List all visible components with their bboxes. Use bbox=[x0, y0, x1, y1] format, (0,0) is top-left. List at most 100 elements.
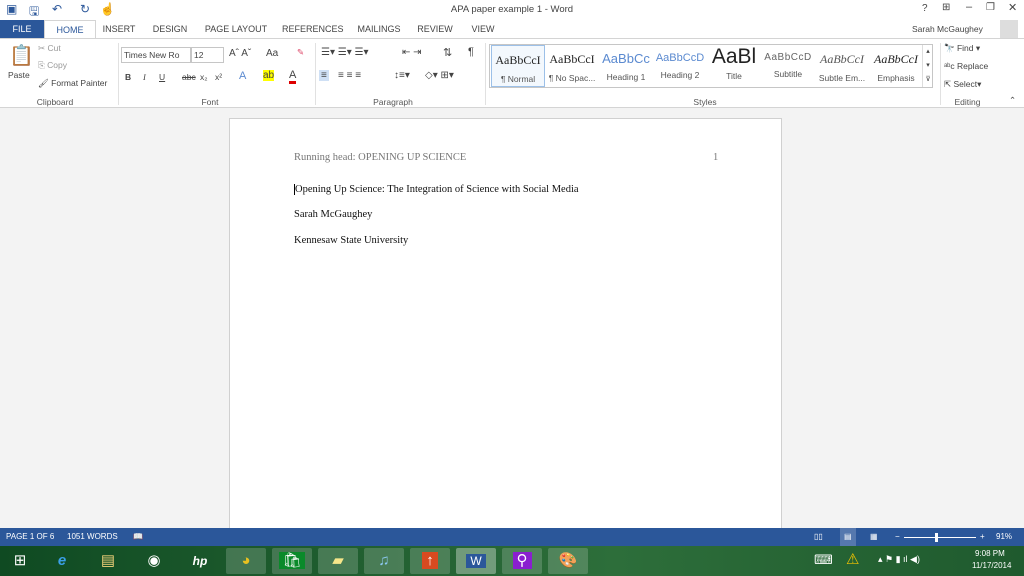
copy-button[interactable]: ⎘ Copy bbox=[38, 60, 67, 71]
style-label: Heading 2 bbox=[660, 70, 700, 80]
institution[interactable]: Kennesaw State University bbox=[294, 235, 408, 246]
highlight-icon[interactable]: ab bbox=[263, 70, 275, 81]
internet-explorer-icon[interactable]: e bbox=[42, 548, 82, 574]
grow-font-button[interactable]: Aˆ Aˇ bbox=[229, 48, 251, 59]
zoom-in-button[interactable]: + bbox=[980, 528, 985, 546]
tray-icons[interactable]: ▴ ⚑ ▮ ıl ◀) bbox=[878, 554, 920, 565]
font-color-icon[interactable]: A bbox=[289, 69, 297, 84]
show-formatting-button[interactable]: ¶ bbox=[468, 46, 474, 58]
style-title[interactable]: AaBl Title bbox=[707, 45, 761, 87]
user-name[interactable]: Sarah McGaughey bbox=[912, 24, 983, 34]
paste-icon[interactable]: 📋 bbox=[9, 43, 34, 68]
paper-title[interactable]: Opening Up Science: The Integration of S… bbox=[294, 184, 579, 195]
subscript-button[interactable]: x₂ bbox=[200, 72, 208, 82]
style-sample: AaBl bbox=[711, 45, 757, 68]
close-button[interactable]: ✕ bbox=[1008, 1, 1017, 14]
paste-button[interactable]: Paste bbox=[8, 70, 30, 80]
tab-file[interactable]: FILE bbox=[0, 20, 44, 38]
webcam-icon[interactable]: ◉ bbox=[134, 548, 174, 574]
start-icon[interactable]: ⊞ bbox=[0, 548, 40, 574]
tab-mailings[interactable]: MAILINGS bbox=[354, 20, 404, 38]
word-icon[interactable]: W bbox=[456, 548, 496, 574]
print-layout-icon[interactable]: ▤ bbox=[840, 528, 856, 546]
running-head[interactable]: Running head: OPENING UP SCIENCE bbox=[294, 152, 466, 163]
page-number[interactable]: 1 bbox=[713, 152, 718, 163]
sort-icon[interactable]: ⇅ bbox=[443, 46, 452, 59]
page-count[interactable]: PAGE 1 OF 6 bbox=[6, 528, 54, 546]
line-spacing-icon[interactable]: ↕≡▾ bbox=[394, 70, 410, 81]
zoom-level[interactable]: 91% bbox=[996, 528, 1012, 546]
superscript-button[interactable]: x² bbox=[215, 72, 222, 82]
zoom-slider[interactable] bbox=[904, 537, 976, 538]
document-page[interactable]: Running head: OPENING UP SCIENCE 1 Openi… bbox=[229, 118, 782, 538]
style-subtitle[interactable]: AaBbCcD Subtitle bbox=[761, 45, 815, 87]
ribbon-display-button[interactable]: ⊞ bbox=[942, 2, 950, 13]
tab-design[interactable]: DESIGN bbox=[150, 20, 190, 38]
keyboard-icon[interactable]: ⌨ bbox=[814, 552, 833, 568]
zoom-slider-thumb[interactable] bbox=[935, 533, 938, 542]
author-name[interactable]: Sarah McGaughey bbox=[294, 209, 372, 220]
style-label: Title bbox=[726, 71, 742, 81]
style-no-spacing[interactable]: AaBbCcI ¶ No Spac... bbox=[545, 45, 599, 87]
find-button[interactable]: 🔭 Find ▾ bbox=[944, 43, 980, 54]
paint-icon[interactable]: 🎨 bbox=[548, 548, 588, 574]
font-name-field[interactable]: Times New Ro bbox=[121, 47, 191, 63]
magnifier-icon[interactable]: ⚲ bbox=[502, 548, 542, 574]
hp-icon[interactable]: hp bbox=[180, 548, 220, 574]
word-count[interactable]: 1051 WORDS bbox=[67, 528, 118, 546]
read-mode-icon[interactable]: ▯▯ bbox=[814, 528, 823, 546]
underline-button[interactable]: U bbox=[159, 72, 165, 82]
copy-label: Copy bbox=[47, 60, 68, 70]
replace-button[interactable]: ᵃᵇc Replace bbox=[944, 61, 988, 71]
minimize-button[interactable]: – bbox=[966, 1, 972, 13]
sticky-notes-icon[interactable]: ▰ bbox=[318, 548, 358, 574]
select-button[interactable]: ⇱ Select▾ bbox=[944, 79, 981, 90]
bold-button[interactable]: B bbox=[125, 72, 131, 82]
chrome-icon[interactable]: ◕ bbox=[226, 548, 266, 574]
clear-formatting-icon[interactable]: ✎ bbox=[297, 47, 304, 58]
shading-icon[interactable]: ◇▾ ⊞▾ bbox=[425, 70, 454, 81]
clock-time[interactable]: 9:08 PM bbox=[975, 549, 1005, 558]
indent-icon[interactable]: ⇤ ⇥ bbox=[402, 47, 422, 58]
window-title: APA paper example 1 - Word bbox=[450, 4, 574, 15]
store-icon[interactable]: 🛍 bbox=[272, 548, 312, 574]
style-heading-1[interactable]: AaBbCc Heading 1 bbox=[599, 45, 653, 87]
style-subtle-emphasis[interactable]: AaBbCcI Subtle Em... bbox=[815, 45, 869, 87]
tab-review[interactable]: REVIEW bbox=[415, 20, 455, 38]
web-layout-icon[interactable]: ▦ bbox=[870, 528, 878, 546]
zoom-out-button[interactable]: − bbox=[895, 528, 900, 546]
italic-button[interactable]: I bbox=[143, 72, 146, 82]
proofing-icon[interactable]: 📖 bbox=[133, 528, 143, 546]
strikethrough-button[interactable]: abc bbox=[182, 72, 196, 82]
bullets-icon[interactable]: ☰▾ ☰▾ ☰▾ bbox=[321, 47, 369, 58]
style-sample: AaBbCcI bbox=[549, 52, 595, 66]
ribbon: 📋 Paste ✂ Cut ⎘ Copy 🖌 Format Painter Cl… bbox=[0, 38, 1024, 108]
styles-scroll[interactable]: ▴ ▾ ⊽ bbox=[922, 45, 933, 87]
action-center-icon[interactable]: ⚠ bbox=[846, 550, 859, 568]
tab-page-layout[interactable]: PAGE LAYOUT bbox=[202, 20, 270, 38]
format-painter-button[interactable]: 🖌 Format Painter bbox=[38, 78, 107, 89]
cut-button[interactable]: ✂ Cut bbox=[38, 43, 61, 54]
font-size-field[interactable]: 12 bbox=[191, 47, 224, 63]
clock-date[interactable]: 11/17/2014 bbox=[972, 561, 1011, 570]
tab-references[interactable]: REFERENCES bbox=[282, 20, 344, 38]
help-button[interactable]: ? bbox=[922, 3, 928, 14]
avatar[interactable] bbox=[1000, 20, 1018, 38]
office-upload-icon[interactable]: ↑ bbox=[410, 548, 450, 574]
divider bbox=[118, 43, 119, 105]
change-case-button[interactable]: Aa bbox=[266, 48, 278, 59]
style-normal[interactable]: AaBbCcI ¶ Normal bbox=[491, 45, 545, 87]
style-heading-2[interactable]: AaBbCcD Heading 2 bbox=[653, 45, 707, 87]
align-left-icon[interactable]: ≡ bbox=[319, 70, 329, 81]
restore-button[interactable]: ❐ bbox=[986, 2, 995, 13]
tab-insert[interactable]: INSERT bbox=[100, 20, 138, 38]
tab-home[interactable]: HOME bbox=[44, 20, 96, 38]
divider bbox=[485, 43, 486, 105]
text-effects-icon[interactable]: A bbox=[239, 70, 246, 82]
itunes-icon[interactable]: ♫ bbox=[364, 548, 404, 574]
file-explorer-icon[interactable]: ▤ bbox=[88, 548, 128, 574]
tab-view[interactable]: VIEW bbox=[468, 20, 498, 38]
collapse-ribbon-icon[interactable]: ⌃ bbox=[1009, 95, 1016, 106]
align-center-icon[interactable]: ≡ ≡ ≡ bbox=[338, 70, 361, 81]
style-emphasis[interactable]: AaBbCcI Emphasis bbox=[869, 45, 923, 87]
